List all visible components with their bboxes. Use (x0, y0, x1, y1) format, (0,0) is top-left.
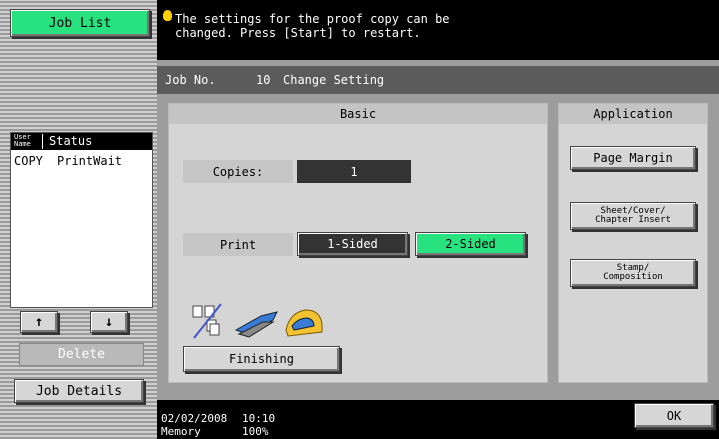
left-panel: Job List User Name Status COPY PrintWait… (0, 0, 157, 439)
main-panel: Job No. 10 Change Setting Basic Copies: … (157, 60, 719, 400)
print-label-box: Print (183, 233, 293, 256)
one-sided-button[interactable]: 1-Sided (297, 232, 408, 256)
finishing-button[interactable]: Finishing (183, 346, 340, 372)
copies-value: 1 (297, 160, 411, 183)
stamp-composition-label: Stamp/ Composition (603, 263, 663, 282)
scroll-down-button[interactable]: ↓ (90, 311, 128, 333)
copy-stack-icon (191, 302, 231, 342)
job-list-button[interactable]: Job List (10, 9, 150, 37)
memory-label: Memory (161, 425, 201, 438)
date-text: 02/02/2008 (161, 412, 228, 425)
basic-panel: Basic Copies: 1 Print 1-Sided 2-Sided Fi… (168, 103, 548, 383)
arrow-down-icon: ↓ (104, 314, 114, 330)
stapler-icon (233, 306, 281, 340)
arrow-up-icon: ↑ (34, 314, 44, 330)
row-status: PrintWait (57, 154, 123, 168)
application-header-label: Application (593, 107, 673, 121)
message-text: The settings for the proof copy can be c… (175, 12, 450, 40)
hole-punch-icon (282, 302, 326, 342)
copies-label: Copies: (212, 164, 264, 179)
job-details-button[interactable]: Job Details (14, 379, 144, 403)
two-sided-label: 2-Sided (445, 237, 496, 251)
page-margin-button[interactable]: Page Margin (570, 146, 696, 170)
change-setting-title: Change Setting (283, 73, 385, 87)
job-table: User Name Status COPY PrintWait (10, 132, 153, 308)
time-text: 10:10 (242, 412, 276, 425)
sheet-cover-insert-label: Sheet/Cover/ Chapter Insert (595, 206, 671, 225)
scroll-up-button[interactable]: ↑ (20, 311, 58, 333)
stamp-composition-button[interactable]: Stamp/ Composition (570, 259, 696, 287)
job-list-label: Job List (48, 15, 112, 31)
print-label: Print (219, 237, 257, 252)
col-status: Status (49, 134, 93, 148)
one-sided-label: 1-Sided (327, 237, 378, 251)
col-divider (42, 134, 43, 149)
application-header: Application (559, 104, 707, 124)
job-title-bar: Job No. 10 Change Setting (157, 66, 719, 94)
application-panel: Application Page Margin Sheet/Cover/ Cha… (558, 103, 708, 383)
basic-header-label: Basic (339, 107, 377, 121)
job-details-label: Job Details (35, 383, 123, 399)
copier-screen: Job List User Name Status COPY PrintWait… (0, 0, 719, 439)
job-no-label: Job No. (165, 73, 216, 87)
lightbulb-icon (163, 10, 172, 21)
copies-value-text: 1 (350, 164, 358, 179)
table-row[interactable]: COPY PrintWait (11, 151, 152, 171)
delete-button[interactable]: Delete (19, 343, 144, 366)
memory-value: 100% (242, 425, 269, 438)
sheet-cover-insert-button[interactable]: Sheet/Cover/ Chapter Insert (570, 202, 696, 230)
delete-label: Delete (58, 347, 105, 362)
basic-header: Basic (169, 104, 547, 124)
row-user: COPY (14, 154, 43, 168)
ok-button[interactable]: OK (634, 403, 714, 428)
message-bar: The settings for the proof copy can be c… (157, 0, 719, 60)
finishing-label: Finishing (228, 352, 295, 366)
job-no-value: 10 (256, 73, 271, 87)
ok-label: OK (666, 408, 682, 423)
two-sided-button[interactable]: 2-Sided (415, 232, 526, 256)
copies-label-box: Copies: (183, 160, 293, 183)
page-margin-label: Page Margin (593, 151, 673, 165)
job-table-header: User Name Status (11, 133, 152, 150)
col-user-name: User Name (14, 133, 31, 148)
status-bar: 02/02/2008 10:10 Memory 100% OK (157, 400, 719, 439)
